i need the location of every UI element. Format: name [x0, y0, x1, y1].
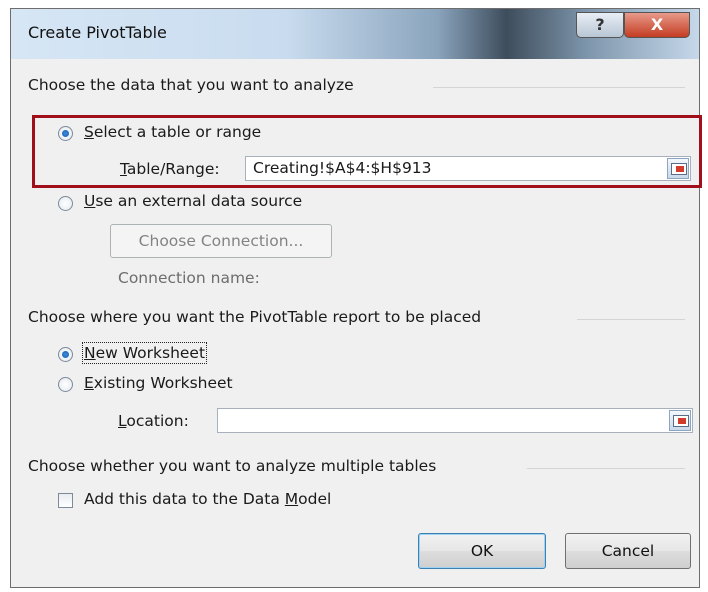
- external-source-accel: U: [84, 192, 96, 210]
- cancel-button[interactable]: Cancel: [565, 533, 691, 569]
- table-range-value: Creating!$A$4:$H$913: [253, 159, 432, 177]
- external-source-option[interactable]: Use an external data source: [84, 192, 302, 210]
- dialog-title: Create PivotTable: [28, 23, 167, 42]
- table-range-input[interactable]: Creating!$A$4:$H$913: [245, 156, 691, 181]
- data-model-option[interactable]: Add this data to the Data Model: [84, 490, 331, 508]
- new-worksheet-label: ew Worksheet: [95, 344, 206, 362]
- title-bar[interactable]: Create PivotTable ? X: [11, 9, 699, 59]
- ok-button[interactable]: OK: [418, 533, 546, 569]
- location-label-rest: ocation:: [126, 412, 189, 430]
- data-model-label-before: Add this data to the Data: [84, 490, 285, 508]
- multiple-tables-heading: Choose whether you want to analyze multi…: [28, 457, 437, 475]
- data-model-label-after: odel: [298, 490, 332, 508]
- dialog-body: Choose the data that you want to analyze…: [11, 59, 702, 587]
- data-model-accel: M: [284, 490, 299, 508]
- collapse-dialog-icon[interactable]: [667, 158, 689, 179]
- help-button[interactable]: ?: [576, 12, 624, 38]
- radio-icon[interactable]: [58, 377, 73, 392]
- select-range-option[interactable]: Select a table or range: [84, 123, 261, 141]
- table-range-label-rest: able/Range:: [126, 160, 220, 178]
- placement-heading: Choose where you want the PivotTable rep…: [28, 308, 482, 326]
- create-pivottable-dialog: Create PivotTable ? X Choose the data th…: [10, 8, 702, 588]
- new-worksheet-accel: N: [84, 344, 96, 362]
- data-source-heading: Choose the data that you want to analyze: [28, 76, 354, 94]
- radio-icon[interactable]: [58, 196, 73, 211]
- select-range-accel: S: [84, 123, 94, 141]
- table-range-label: Table/Range:: [120, 160, 220, 178]
- table-range-accel: T: [120, 160, 127, 178]
- connection-name-label: Connection name:: [118, 269, 260, 287]
- radio-icon[interactable]: [58, 126, 73, 141]
- close-button[interactable]: X: [624, 12, 690, 38]
- choose-connection-button[interactable]: Choose Connection...: [110, 224, 332, 258]
- collapse-dialog-icon[interactable]: [669, 410, 691, 431]
- location-input[interactable]: [217, 408, 693, 433]
- external-source-label: se an external data source: [95, 192, 303, 210]
- existing-worksheet-option[interactable]: Existing Worksheet: [84, 374, 233, 392]
- select-range-label: elect a table or range: [93, 123, 262, 141]
- help-icon: ?: [595, 15, 605, 34]
- group-divider: [433, 87, 685, 88]
- existing-worksheet-accel: E: [84, 374, 94, 392]
- group-divider: [527, 468, 685, 469]
- checkbox-icon[interactable]: [58, 493, 73, 508]
- existing-worksheet-label: xisting Worksheet: [93, 374, 233, 392]
- location-label: Location:: [118, 412, 189, 430]
- group-divider: [577, 319, 685, 320]
- radio-icon[interactable]: [58, 347, 73, 362]
- new-worksheet-option[interactable]: New Worksheet: [81, 342, 208, 364]
- close-icon: X: [650, 15, 664, 34]
